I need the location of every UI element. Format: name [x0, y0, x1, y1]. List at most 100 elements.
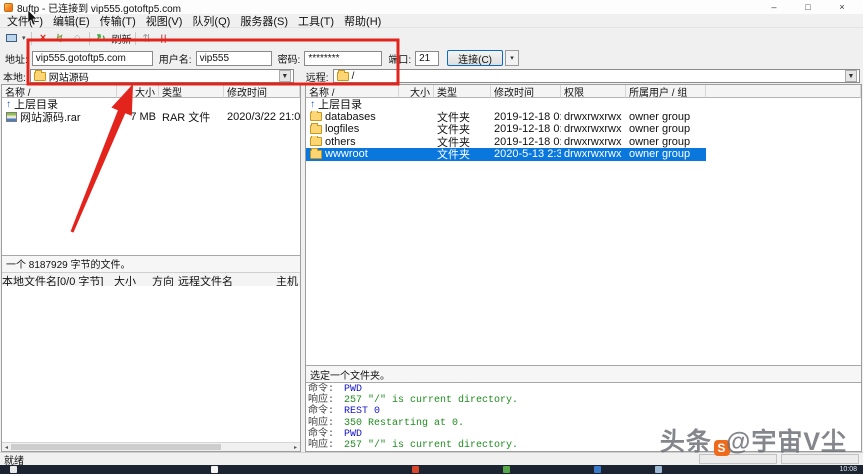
- list-item-selected[interactable]: wwwroot 文件夹 2020-5-13 2:33 drwxrwxrwx ow…: [306, 148, 706, 161]
- remote-path-label: 远程:: [306, 69, 329, 84]
- scrollbar-thumb[interactable]: [11, 444, 221, 450]
- menu-tools[interactable]: 工具(T): [293, 13, 339, 29]
- transfer-icon[interactable]: ⇅: [139, 30, 156, 46]
- list-item[interactable]: databases 文件夹 2019-12-18 0:2... drwxrwxr…: [306, 111, 861, 124]
- windows-taskbar: 10:08: [0, 465, 863, 474]
- pause-icon[interactable]: ||: [156, 30, 173, 46]
- horizontal-scrollbar[interactable]: ◂ ▸: [2, 442, 300, 451]
- remote-path-combobox[interactable]: / ▼: [333, 69, 860, 83]
- taskbar-icon-active[interactable]: [655, 466, 662, 473]
- column-permissions[interactable]: 权限: [561, 85, 626, 98]
- file-name: logfiles: [325, 123, 359, 135]
- refresh-label[interactable]: 刷新: [112, 31, 132, 46]
- column-size[interactable]: 大小: [399, 85, 434, 98]
- connect-icon[interactable]: [3, 30, 20, 46]
- disconnect-icon[interactable]: ×: [35, 30, 52, 46]
- file-size: [117, 98, 159, 111]
- column-modified[interactable]: 修改时间: [224, 85, 300, 98]
- username-input[interactable]: vip555: [196, 51, 272, 66]
- list-item[interactable]: ↑上层目录: [2, 98, 300, 111]
- folder-icon: [34, 72, 46, 81]
- file-size: [399, 111, 434, 124]
- taskbar-icon[interactable]: [503, 466, 510, 473]
- column-host[interactable]: 主机: [276, 273, 300, 286]
- column-modified[interactable]: 修改时间: [491, 85, 561, 98]
- list-item[interactable]: 网站源码.rar 7 MB RAR 文件 2020/3/22 21:04: [2, 111, 300, 124]
- refresh-icon[interactable]: ↻: [93, 30, 110, 46]
- column-size[interactable]: 大小: [117, 85, 159, 98]
- file-owner: owner group: [626, 148, 706, 161]
- column-type[interactable]: 类型: [434, 85, 491, 98]
- file-type: RAR 文件: [159, 111, 224, 124]
- file-permissions: drwxrwxrwx: [561, 136, 626, 149]
- log-label: 响应:: [308, 395, 344, 406]
- start-button[interactable]: [10, 466, 17, 473]
- menu-queue[interactable]: 队列(Q): [187, 13, 235, 29]
- list-item[interactable]: ↑上层目录: [306, 98, 861, 111]
- file-owner: [626, 98, 706, 111]
- reconnect-icon[interactable]: ↯: [52, 30, 69, 46]
- connect-dropdown-icon[interactable]: ▾: [20, 34, 28, 42]
- remote-path-dropdown-icon[interactable]: ▼: [845, 70, 857, 82]
- connect-options-dropdown-icon[interactable]: ▾: [505, 50, 519, 66]
- list-item[interactable]: logfiles 文件夹 2019-12-18 0:2... drwxrwxrw…: [306, 123, 861, 136]
- file-modified: [224, 98, 300, 111]
- connect-button[interactable]: 连接(C): [447, 50, 503, 66]
- menu-view[interactable]: 视图(V): [141, 13, 188, 29]
- column-owner-group[interactable]: 所属用户 / 组: [626, 85, 706, 98]
- menu-transfer[interactable]: 传输(T): [95, 13, 141, 29]
- taskbar-clock: 10:08: [839, 465, 863, 473]
- file-owner: owner group: [626, 123, 706, 136]
- toolbar-separator: [135, 32, 136, 45]
- menubar: 文件(F) 编辑(E) 传输(T) 视图(V) 队列(Q) 服务器(S) 工具(…: [0, 14, 863, 28]
- rar-file-icon: [6, 112, 17, 122]
- stop-icon[interactable]: ○: [69, 30, 86, 46]
- file-owner: owner group: [626, 136, 706, 149]
- address-input[interactable]: vip555.gotoftp5.com: [32, 51, 153, 66]
- column-queue-size[interactable]: 大小: [114, 273, 152, 286]
- column-name[interactable]: 名称 /: [306, 85, 399, 98]
- toolbar-separator: [89, 32, 90, 45]
- menu-server[interactable]: 服务器(S): [235, 13, 293, 29]
- remote-pane: 名称 / 大小 类型 修改时间 权限 所属用户 / 组 ↑上层目录 databa…: [305, 84, 862, 452]
- port-label: 端口:: [388, 51, 411, 66]
- column-local-filename[interactable]: 本地文件名[0/0 字节]: [2, 273, 114, 286]
- column-name[interactable]: 名称 /: [2, 85, 117, 98]
- scroll-right-icon[interactable]: ▸: [291, 444, 300, 451]
- connection-bar: 地址: vip555.gotoftp5.com 用户名: vip555 密码: …: [0, 48, 863, 68]
- menu-edit[interactable]: 编辑(E): [48, 13, 95, 29]
- taskbar-icon[interactable]: [211, 466, 218, 473]
- local-path-dropdown-icon[interactable]: ▼: [279, 70, 291, 82]
- local-file-list: ↑上层目录 网站源码.rar 7 MB RAR 文件 2020/3/22 21:…: [2, 98, 300, 255]
- menu-help[interactable]: 帮助(H): [339, 13, 386, 29]
- log-command: PWD: [344, 384, 362, 395]
- password-input[interactable]: ********: [304, 51, 382, 66]
- log-label: 命令:: [308, 384, 344, 395]
- port-input[interactable]: 21: [415, 51, 439, 66]
- log-response: 257 "/" is current directory.: [344, 395, 518, 406]
- column-remote-filename[interactable]: 远程文件名: [178, 273, 276, 286]
- column-type[interactable]: 类型: [159, 85, 224, 98]
- maximize-button[interactable]: □: [791, 2, 825, 12]
- folder-icon: [310, 137, 322, 146]
- scroll-left-icon[interactable]: ◂: [2, 444, 11, 451]
- close-button[interactable]: ×: [825, 2, 859, 12]
- log-response: 350 Restarting at 0.: [344, 418, 464, 429]
- local-path-combobox[interactable]: 网站源码 ▼: [30, 69, 294, 83]
- taskbar-icon[interactable]: [594, 466, 601, 473]
- menu-file[interactable]: 文件(F): [2, 13, 48, 29]
- folder-icon: [310, 125, 322, 134]
- column-direction[interactable]: 方向: [152, 273, 178, 286]
- toolbar: ▾ × ↯ ○ ↻ 刷新 ⇅ ||: [0, 28, 863, 48]
- path-bar: 本地: 网站源码 ▼ 远程: / ▼: [0, 68, 863, 84]
- taskbar-icon[interactable]: [412, 466, 419, 473]
- log-command: REST 0: [344, 406, 380, 417]
- status-bar: 就绪: [0, 452, 863, 465]
- file-name: wwwroot: [325, 148, 368, 160]
- minimize-button[interactable]: –: [757, 2, 791, 12]
- address-label: 地址:: [5, 51, 28, 66]
- list-item[interactable]: others 文件夹 2019-12-18 0:2... drwxrwxrwx …: [306, 136, 861, 149]
- local-column-header: 名称 / 大小 类型 修改时间: [2, 85, 300, 98]
- column-spacer: [706, 85, 861, 98]
- local-path-label: 本地:: [3, 69, 26, 84]
